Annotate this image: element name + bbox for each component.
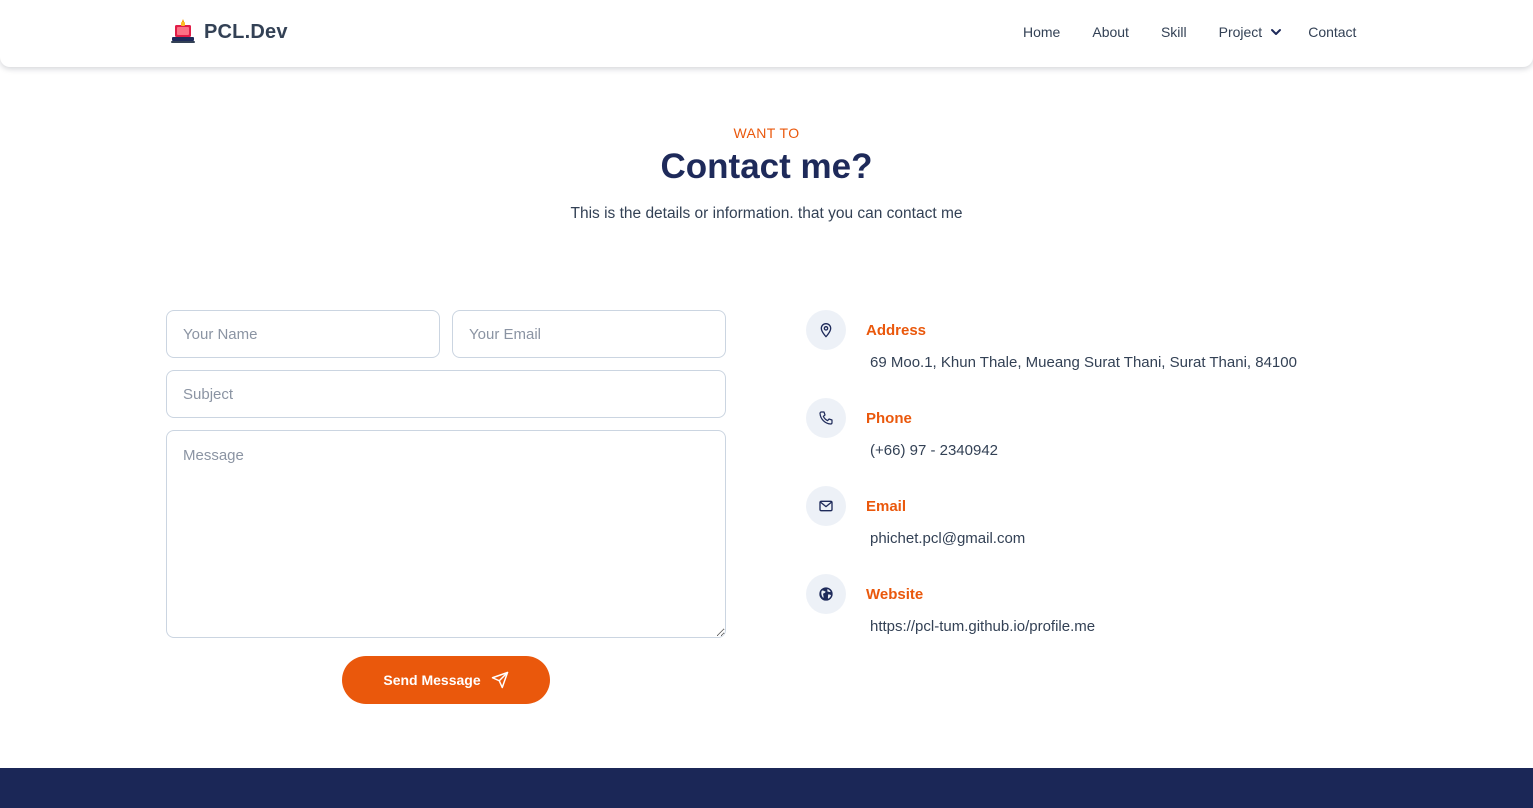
- nav-contact[interactable]: Contact: [1308, 24, 1356, 40]
- email-icon-badge: [806, 486, 846, 526]
- phone-value: (+66) 97 - 2340942: [870, 442, 999, 459]
- chevron-down-icon: [1271, 29, 1282, 35]
- section-subtitle: This is the details or information. that…: [570, 205, 963, 222]
- nav-about[interactable]: About: [1092, 24, 1129, 40]
- phone-icon-badge: [806, 398, 846, 438]
- subject-input[interactable]: [166, 370, 726, 418]
- phone-icon: [819, 411, 833, 425]
- location-pin-icon: [820, 323, 832, 338]
- website-value[interactable]: https://pcl-tum.github.io/profile.me: [870, 618, 1095, 635]
- website-icon-badge: [806, 574, 846, 614]
- nav-home[interactable]: Home: [1023, 24, 1060, 40]
- section-title: Contact me?: [660, 147, 873, 186]
- website-label: Website: [866, 586, 924, 603]
- laptop-logo-icon: [171, 19, 195, 43]
- message-textarea[interactable]: [166, 430, 726, 638]
- nav-project-dropdown[interactable]: Project: [1219, 24, 1283, 40]
- brand[interactable]: PCL.Dev: [170, 18, 288, 46]
- send-message-label: Send Message: [383, 672, 481, 688]
- brand-name: PCL.Dev: [204, 20, 288, 43]
- footer: [0, 768, 1533, 808]
- nav-skill[interactable]: Skill: [1161, 24, 1187, 40]
- send-message-button[interactable]: Send Message: [342, 656, 550, 704]
- phone-label: Phone: [866, 410, 912, 427]
- section-eyebrow: WANT TO: [733, 125, 800, 141]
- top-navbar: PCL.Dev Home About Skill Project Contact: [0, 0, 1533, 67]
- email-value[interactable]: phichet.pcl@gmail.com: [870, 530, 1025, 547]
- name-input[interactable]: [166, 310, 440, 358]
- paper-plane-icon: [491, 671, 508, 689]
- email-input[interactable]: [452, 310, 726, 358]
- email-label: Email: [866, 498, 907, 515]
- mail-icon: [819, 500, 833, 512]
- address-icon-badge: [806, 310, 846, 350]
- address-value: 69 Moo.1, Khun Thale, Mueang Surat Thani…: [870, 354, 1297, 371]
- main-nav: Home About Skill Project Contact: [1023, 24, 1356, 40]
- nav-project-label: Project: [1218, 24, 1263, 40]
- globe-icon: [819, 587, 833, 601]
- contact-section-header: WANT TO Contact me? This is the details …: [0, 125, 1533, 223]
- address-label: Address: [866, 322, 927, 339]
